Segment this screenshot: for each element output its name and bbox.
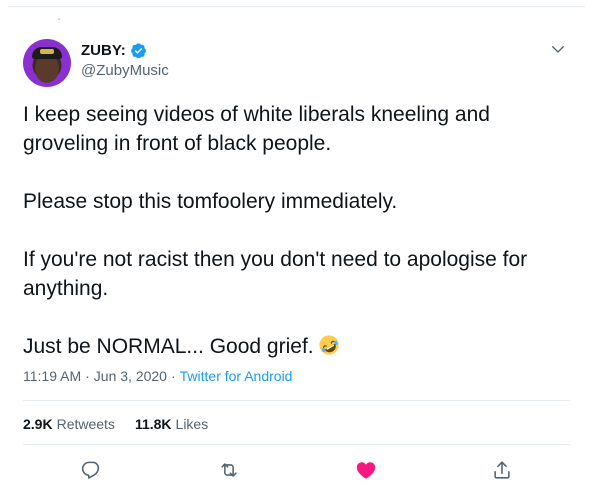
tweet-card: ZUBY: @ZubyMusic I keep seeing videos of…	[0, 0, 593, 500]
chevron-down-icon[interactable]	[549, 40, 567, 58]
author-name-row: ZUBY:	[81, 42, 147, 59]
reply-icon[interactable]	[80, 459, 102, 481]
likes-stat[interactable]: 11.8K Likes	[135, 416, 208, 432]
meta-separator: ·	[170, 368, 176, 384]
avatar-face	[35, 55, 59, 83]
decorative-dot	[58, 18, 60, 20]
share-icon[interactable]	[491, 459, 513, 481]
heart-icon[interactable]	[355, 459, 377, 481]
tweet-source-link[interactable]: Twitter for Android	[180, 368, 293, 384]
tweet-paragraph-last: Just be NORMAL... Good grief.	[23, 332, 578, 361]
retweets-stat[interactable]: 2.9K Retweets	[23, 416, 115, 432]
top-divider	[8, 6, 585, 7]
author-handle[interactable]: @ZubyMusic	[81, 62, 169, 79]
likes-count: 11.8K	[134, 416, 172, 432]
retweets-count: 2.9K	[23, 416, 53, 432]
verified-badge-icon	[130, 42, 147, 59]
tweet-paragraph: If you're not racist then you don't need…	[23, 248, 528, 300]
avatar-cap-band	[40, 49, 54, 54]
avatar[interactable]	[23, 39, 71, 87]
tweet-text: I keep seeing videos of white liberals k…	[23, 100, 578, 361]
rolling-on-the-floor-laughing-emoji-icon	[318, 334, 340, 356]
tweet-paragraph: Please stop this tomfoolery immediately.	[23, 190, 398, 213]
tweet-paragraph: I keep seeing videos of white liberals k…	[23, 103, 490, 155]
tweet-time[interactable]: 11:19 AM	[23, 368, 81, 384]
action-bar	[0, 455, 593, 485]
tweet-meta: 11:19 AM · Jun 3, 2020 · Twitter for Android	[23, 368, 292, 384]
meta-separator: ·	[85, 368, 90, 384]
retweet-icon[interactable]	[218, 459, 240, 481]
tweet-stats: 2.9K Retweets 11.8K Likes	[23, 416, 208, 432]
divider	[23, 444, 570, 445]
likes-label: Likes	[175, 416, 209, 432]
tweet-paragraph: Just be NORMAL... Good grief.	[23, 335, 314, 358]
author-name[interactable]: ZUBY:	[81, 42, 126, 59]
tweet-date[interactable]: Jun 3, 2020	[94, 368, 167, 384]
retweets-label: Retweets	[56, 416, 115, 432]
divider	[23, 400, 570, 401]
